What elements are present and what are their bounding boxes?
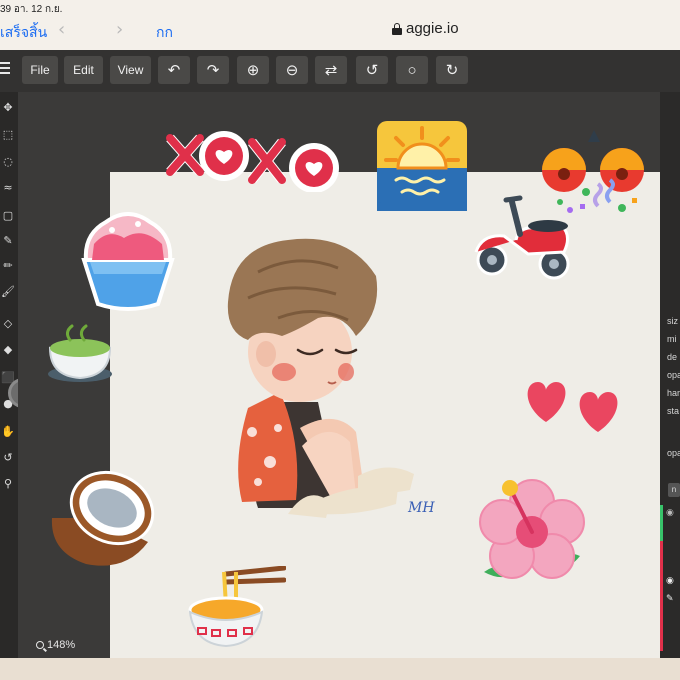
zoom-indicator[interactable]: 148%: [36, 639, 75, 651]
redo-icon[interactable]: ↷: [197, 56, 229, 84]
edit-menu-button[interactable]: Edit: [64, 56, 103, 84]
hearts-sticker: [527, 382, 618, 432]
scooter-sticker: [474, 195, 570, 280]
screen: 39 อา. 12 ก.ย. เสร็จสิ้น ‹ › กก aggie.io…: [0, 0, 680, 658]
smudge-tool-icon[interactable]: ≈: [1, 180, 15, 194]
shaved-ice-sticker: [81, 212, 175, 311]
hamburger-menu-icon[interactable]: [0, 62, 10, 77]
reset-rotation-icon[interactable]: ○: [396, 56, 428, 84]
layer-visibility-icon[interactable]: ◉: [666, 508, 674, 518]
eyedropper-tool-icon[interactable]: ✎: [1, 233, 15, 247]
hand-tool-icon[interactable]: ✋: [1, 424, 15, 438]
text-size-button[interactable]: กก: [156, 22, 173, 44]
layer-color-tag: [660, 505, 663, 541]
file-menu-button[interactable]: File: [22, 56, 58, 84]
matcha-sticker: [48, 324, 112, 382]
hardness-label: har: [667, 388, 680, 398]
layer-color-tag: [660, 541, 663, 651]
lock-icon: [392, 22, 402, 35]
min-label: mi: [667, 334, 677, 344]
sunrise-sticker: [377, 121, 467, 211]
rotate-left-icon[interactable]: ↺: [356, 56, 388, 84]
size-label: siz: [667, 316, 678, 326]
chibi-character-drawing: [227, 238, 414, 518]
zoom-tool-icon[interactable]: ⚲: [1, 476, 15, 490]
hibiscus-sticker: [479, 479, 585, 579]
done-button[interactable]: เสร็จสิ้น: [0, 22, 47, 44]
laptop-bezel: [0, 658, 680, 680]
rotate-view-icon[interactable]: ↺: [1, 450, 15, 464]
url-text: aggie.io: [406, 20, 459, 37]
layer-opacity-label: opa: [667, 448, 680, 458]
zoom-out-icon[interactable]: ⊖: [276, 56, 308, 84]
stabilizer-label: sta: [667, 406, 680, 416]
new-layer-button[interactable]: n: [668, 483, 680, 497]
opacity-label: opa: [667, 370, 680, 380]
ramen-sticker: [188, 566, 286, 648]
zoom-value: 148%: [47, 639, 76, 651]
fill-tool-icon[interactable]: ◆: [1, 342, 15, 356]
back-icon[interactable]: ‹: [58, 19, 65, 40]
app-toolbar: File Edit View ↶ ↷ ⊕ ⊖ ⇄ ↺ ○ ↻: [0, 50, 680, 92]
status-clock: 39 อา. 12 ก.ย.: [0, 4, 63, 15]
brush-tool-icon[interactable]: 🖌: [1, 284, 15, 298]
url-field[interactable]: aggie.io: [392, 20, 459, 37]
zoom-icon: [36, 641, 44, 649]
density-label: de: [667, 352, 678, 362]
move-tool-icon[interactable]: ✥: [1, 100, 15, 114]
browser-top-bar: 39 อา. 12 ก.ย. เสร็จสิ้น ‹ › กก aggie.io: [0, 0, 680, 50]
flip-icon[interactable]: ⇄: [315, 56, 347, 84]
tool-sidebar: ✥ ⬚ ◌ ≈ ▢ ✎ ✏ 🖌 ◇ ◆ ⬛ ● ✋ ↺ ⚲: [0, 92, 18, 658]
layer-visibility-icon[interactable]: ◉: [666, 576, 674, 586]
zoom-in-icon[interactable]: ⊕: [237, 56, 269, 84]
view-menu-button[interactable]: View: [110, 56, 151, 84]
xoxo-sticker: [166, 131, 339, 192]
rotate-right-icon[interactable]: ↻: [436, 56, 468, 84]
pencil-tool-icon[interactable]: ✏: [1, 258, 15, 272]
layer-edit-icon[interactable]: ✎: [666, 594, 674, 604]
coconut-sticker: [51, 470, 155, 566]
artist-signature: MH: [408, 500, 435, 516]
forward-icon[interactable]: ›: [116, 19, 123, 40]
eraser-tool-icon[interactable]: ◇: [1, 316, 15, 330]
transform-tool-icon[interactable]: ▢: [1, 208, 15, 222]
select-tool-icon[interactable]: ⬚: [1, 127, 15, 141]
lasso-tool-icon[interactable]: ◌: [1, 154, 15, 168]
undo-icon[interactable]: ↶: [158, 56, 190, 84]
